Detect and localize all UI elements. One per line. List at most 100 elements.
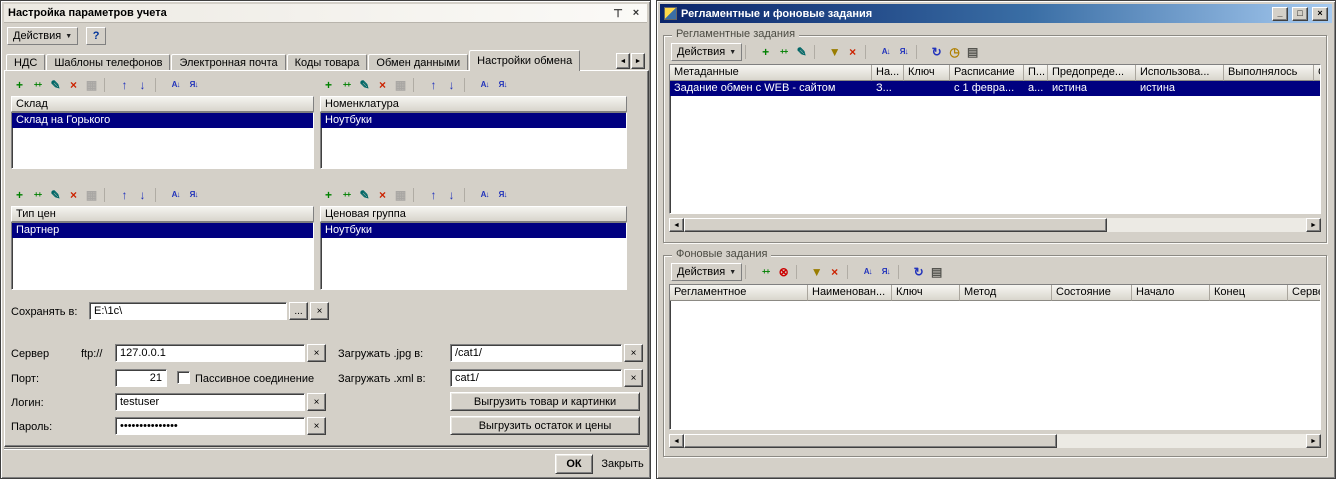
- column-header[interactable]: Метод: [960, 285, 1052, 301]
- filter-icon[interactable]: ▼: [808, 264, 825, 280]
- ok-button[interactable]: ОК: [555, 454, 593, 474]
- delete-icon[interactable]: ×: [374, 77, 391, 93]
- save-to-clear-button[interactable]: ×: [310, 302, 329, 320]
- add-copy-icon[interactable]: ++: [29, 77, 46, 93]
- scheduled-jobs-table[interactable]: Метаданные На... Ключ Расписание П... Предопр…: [669, 64, 1321, 214]
- tab-3[interactable]: Электронная почта: [171, 54, 286, 71]
- xml-clear-button[interactable]: ×: [624, 369, 643, 387]
- edit-icon[interactable]: ✎: [356, 187, 373, 203]
- delete-icon[interactable]: ×: [374, 187, 391, 203]
- tab-1[interactable]: НДС: [6, 54, 46, 71]
- edit-icon[interactable]: ✎: [47, 187, 64, 203]
- edit-icon[interactable]: ✎: [793, 44, 810, 60]
- sort-asc-icon[interactable]: А↓: [167, 77, 184, 93]
- clear-filter-icon[interactable]: ×: [826, 264, 843, 280]
- export-goods-button[interactable]: Выгрузить товар и картинки: [450, 392, 640, 411]
- scheduled-horizontal-scrollbar[interactable]: ◄ ►: [669, 218, 1321, 232]
- sort-desc-icon[interactable]: Я↓: [494, 187, 511, 203]
- move-down-icon[interactable]: ↓: [134, 187, 151, 203]
- list-item[interactable]: Склад на Горького: [12, 113, 313, 128]
- column-header[interactable]: Расписание: [950, 65, 1024, 81]
- warehouse-list-header[interactable]: Склад: [11, 96, 314, 112]
- tab-6[interactable]: Настройки обмена: [469, 50, 581, 71]
- sort-asc-icon[interactable]: А↓: [167, 187, 184, 203]
- tab-2[interactable]: Шаблоны телефонов: [46, 54, 171, 71]
- move-up-icon[interactable]: ↑: [425, 77, 442, 93]
- minimize-icon[interactable]: _: [1272, 6, 1288, 21]
- copy-icon[interactable]: ++: [775, 44, 792, 60]
- background-horizontal-scrollbar[interactable]: ◄ ►: [669, 434, 1321, 448]
- maximize-icon[interactable]: □: [1292, 6, 1308, 21]
- tab-scroll-left-icon[interactable]: ◄: [616, 53, 630, 69]
- refresh-icon[interactable]: ↻: [928, 44, 945, 60]
- column-header[interactable]: Сервер: [1288, 285, 1320, 301]
- server-input[interactable]: [115, 344, 305, 362]
- column-header[interactable]: Начало: [1132, 285, 1210, 301]
- schedule-icon[interactable]: ◷: [946, 44, 963, 60]
- sort-desc-icon[interactable]: Я↓: [185, 77, 202, 93]
- column-header[interactable]: Ключ: [892, 285, 960, 301]
- delete-icon[interactable]: ×: [65, 187, 82, 203]
- scroll-track[interactable]: [684, 434, 1306, 448]
- price-group-list-header[interactable]: Ценовая группа: [320, 206, 627, 222]
- warehouse-list[interactable]: Склад на Горького: [11, 112, 314, 169]
- scheduled-actions-button[interactable]: Действия ▼: [671, 43, 743, 61]
- help-button[interactable]: ?: [86, 27, 107, 45]
- delete-icon[interactable]: ×: [65, 77, 82, 93]
- tab-scroll-right-icon[interactable]: ►: [631, 53, 645, 69]
- pin-icon[interactable]: ⊤: [611, 6, 625, 20]
- password-clear-button[interactable]: ×: [307, 417, 326, 435]
- column-header[interactable]: Использова...: [1136, 65, 1224, 81]
- price-type-list[interactable]: Партнер: [11, 222, 314, 290]
- column-header[interactable]: Конец: [1210, 285, 1288, 301]
- sort-asc-icon[interactable]: А↓: [476, 187, 493, 203]
- close-icon[interactable]: ×: [1312, 6, 1328, 21]
- filter-icon[interactable]: ▼: [826, 44, 843, 60]
- browse-button[interactable]: ...: [289, 302, 308, 320]
- move-down-icon[interactable]: ↓: [134, 77, 151, 93]
- table-row[interactable]: Задание обмен с WEB - сайтом З... с 1 февр…: [670, 81, 1320, 96]
- list-item[interactable]: Ноутбуки: [321, 223, 626, 238]
- sort-desc-icon[interactable]: Я↓: [877, 264, 894, 280]
- scroll-right-icon[interactable]: ►: [1306, 218, 1321, 232]
- price-group-list[interactable]: Ноутбуки: [320, 222, 627, 290]
- scroll-left-icon[interactable]: ◄: [669, 434, 684, 448]
- login-clear-button[interactable]: ×: [307, 393, 326, 411]
- scroll-thumb[interactable]: [684, 218, 1107, 232]
- add-icon[interactable]: +: [320, 77, 337, 93]
- move-down-icon[interactable]: ↓: [443, 77, 460, 93]
- move-up-icon[interactable]: ↑: [425, 187, 442, 203]
- settings-icon[interactable]: ▤: [928, 264, 945, 280]
- move-up-icon[interactable]: ↑: [116, 187, 133, 203]
- column-header[interactable]: П...: [1024, 65, 1048, 81]
- list-item[interactable]: Партнер: [12, 223, 313, 238]
- scroll-right-icon[interactable]: ►: [1306, 434, 1321, 448]
- save-to-input[interactable]: [89, 302, 287, 320]
- close-icon[interactable]: ×: [629, 6, 643, 20]
- background-actions-button[interactable]: Действия ▼: [671, 263, 743, 281]
- add-icon[interactable]: +: [11, 187, 28, 203]
- column-header[interactable]: Выполнялось: [1224, 65, 1314, 81]
- column-header[interactable]: Регламентное: [670, 285, 808, 301]
- list-item[interactable]: Ноутбуки: [321, 113, 626, 128]
- refresh-icon[interactable]: ↻: [910, 264, 927, 280]
- jobs-titlebar[interactable]: Регламентные и фоновые задания _ □ ×: [660, 4, 1332, 23]
- column-header[interactable]: На...: [872, 65, 904, 81]
- edit-icon[interactable]: ✎: [47, 77, 64, 93]
- column-header[interactable]: Состояние: [1052, 285, 1132, 301]
- nomenclature-list-header[interactable]: Номенклатура: [320, 96, 627, 112]
- column-header[interactable]: Состоя...: [1314, 65, 1320, 81]
- scroll-track[interactable]: [684, 218, 1306, 232]
- add-copy-icon[interactable]: ++: [29, 187, 46, 203]
- sort-asc-icon[interactable]: А↓: [859, 264, 876, 280]
- sort-asc-icon[interactable]: А↓: [476, 77, 493, 93]
- add-icon[interactable]: +: [320, 187, 337, 203]
- close-button[interactable]: Закрыть: [599, 454, 646, 474]
- tab-4[interactable]: Коды товара: [286, 54, 368, 71]
- column-header[interactable]: Ключ: [904, 65, 950, 81]
- scroll-thumb[interactable]: [684, 434, 1058, 448]
- sort-desc-icon[interactable]: Я↓: [185, 187, 202, 203]
- price-type-list-header[interactable]: Тип цен: [11, 206, 314, 222]
- settings-icon[interactable]: ▤: [964, 44, 981, 60]
- column-header[interactable]: Метаданные: [670, 65, 872, 81]
